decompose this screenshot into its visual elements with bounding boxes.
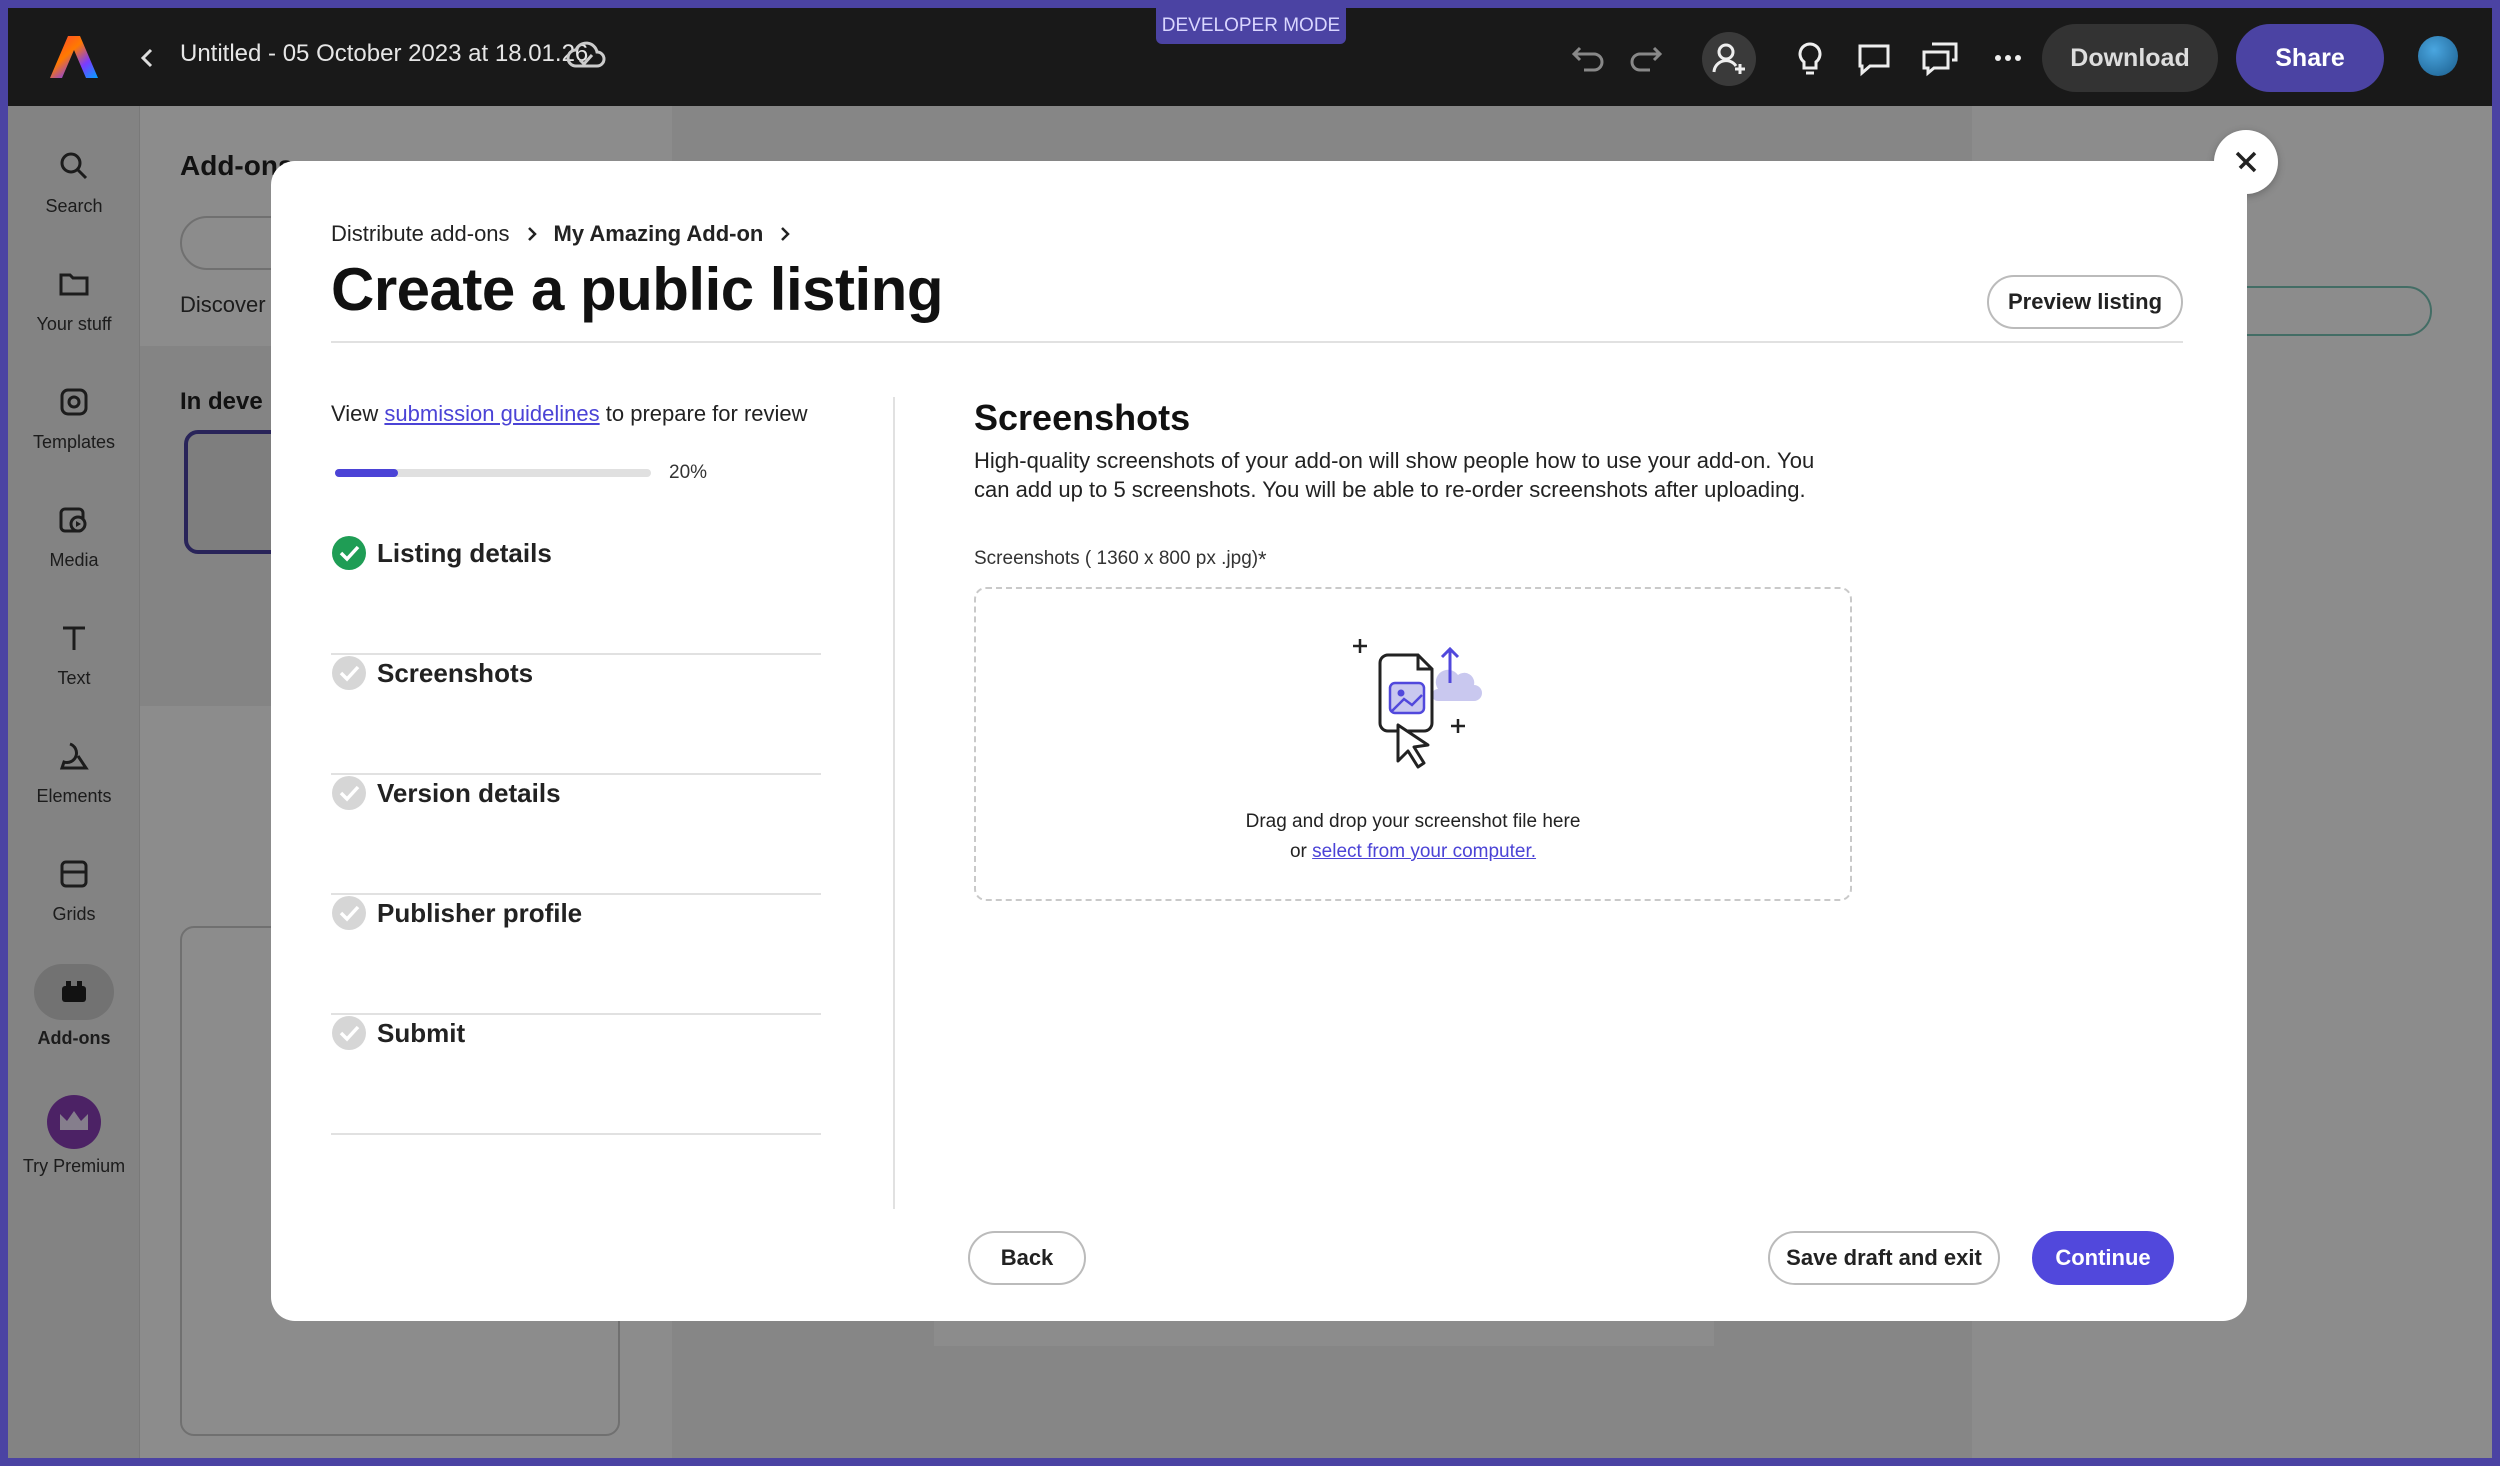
download-button[interactable]: Download bbox=[2042, 24, 2218, 92]
cloud-sync-icon[interactable] bbox=[566, 38, 606, 74]
invite-user-icon[interactable] bbox=[1702, 32, 1756, 86]
screenshots-field-label: Screenshots ( 1360 x 800 px .jpg) bbox=[974, 548, 1259, 569]
submission-guidelines-link[interactable]: submission guidelines bbox=[384, 401, 599, 426]
breadcrumb: Distribute add-ons My Amazing Add-on bbox=[331, 221, 807, 247]
select-from-computer-link[interactable]: select from your computer. bbox=[1312, 841, 1536, 862]
column-divider bbox=[893, 397, 895, 1209]
step-label: Screenshots bbox=[377, 658, 534, 688]
save-draft-button[interactable]: Save draft and exit bbox=[1768, 1231, 2000, 1285]
back-button[interactable]: Back bbox=[968, 1231, 1086, 1285]
guide-prefix: View bbox=[331, 401, 379, 426]
share-button[interactable]: Share bbox=[2236, 24, 2384, 92]
continue-button[interactable]: Continue bbox=[2032, 1231, 2174, 1285]
guide-suffix: to prepare for review bbox=[605, 401, 808, 426]
divider bbox=[331, 341, 2183, 343]
app-window: Untitled - 05 October 2023 at 18.01.26 D… bbox=[8, 8, 2492, 1458]
check-circle-pending-icon bbox=[332, 656, 366, 690]
user-avatar[interactable] bbox=[2418, 36, 2458, 76]
drop-instructions: Drag and drop your screenshot file here bbox=[1245, 811, 1581, 832]
progress-fill bbox=[335, 469, 399, 477]
section-description: High-quality screenshots of your add-on … bbox=[974, 448, 1815, 502]
check-circle-pending-icon bbox=[332, 896, 366, 930]
step-version-details[interactable]: Version details bbox=[331, 775, 821, 895]
step-label: Submit bbox=[377, 1018, 466, 1048]
top-bar: Untitled - 05 October 2023 at 18.01.26 D… bbox=[8, 8, 2492, 106]
check-circle-pending-icon bbox=[332, 776, 366, 810]
breadcrumb-current[interactable]: My Amazing Add-on bbox=[554, 221, 764, 247]
upload-file-illustration-icon bbox=[1353, 639, 1482, 769]
screenshot-dropzone[interactable]: Drag and drop your screenshot file here … bbox=[974, 587, 1852, 901]
preview-listing-button[interactable]: Preview listing bbox=[1987, 275, 2183, 329]
step-screenshots[interactable]: Screenshots bbox=[331, 655, 821, 775]
step-listing-details[interactable]: Listing details bbox=[331, 535, 821, 655]
undo-icon[interactable] bbox=[1568, 38, 1608, 78]
step-submit[interactable]: Submit bbox=[331, 1015, 821, 1135]
check-circle-icon bbox=[332, 536, 366, 570]
breadcrumb-root[interactable]: Distribute add-ons bbox=[331, 221, 510, 247]
drop-or-text: or bbox=[1289, 841, 1307, 862]
developer-mode-badge: DEVELOPER MODE bbox=[1156, 8, 1346, 44]
chevron-right-icon bbox=[527, 227, 537, 241]
app-logo-icon[interactable] bbox=[48, 34, 100, 80]
step-label: Publisher profile bbox=[377, 898, 583, 928]
chat-icon[interactable] bbox=[1920, 38, 1960, 78]
step-label: Listing details bbox=[377, 538, 552, 568]
redo-icon[interactable] bbox=[1626, 38, 1666, 78]
document-title[interactable]: Untitled - 05 October 2023 at 18.01.26 bbox=[180, 40, 588, 68]
listing-modal: Distribute add-ons My Amazing Add-on Cre… bbox=[271, 161, 2247, 1321]
required-marker: * bbox=[1258, 547, 1267, 572]
step-publisher-profile[interactable]: Publisher profile bbox=[331, 895, 821, 1015]
drop-alternative: or select from your computer. bbox=[976, 841, 1850, 863]
progress-label: 20% bbox=[669, 462, 708, 483]
lightbulb-icon[interactable] bbox=[1790, 38, 1830, 78]
page-title: Create a public listing bbox=[331, 256, 943, 323]
section-title: Screenshots bbox=[974, 397, 1191, 438]
comment-icon[interactable] bbox=[1854, 38, 1894, 78]
step-label: Version details bbox=[377, 778, 561, 808]
back-chevron-icon[interactable] bbox=[136, 46, 160, 70]
chevron-right-icon bbox=[781, 227, 791, 241]
check-circle-pending-icon bbox=[332, 1016, 366, 1050]
more-options-icon[interactable] bbox=[1988, 38, 2028, 78]
guidelines-text: View submission guidelines to prepare fo… bbox=[331, 401, 808, 427]
